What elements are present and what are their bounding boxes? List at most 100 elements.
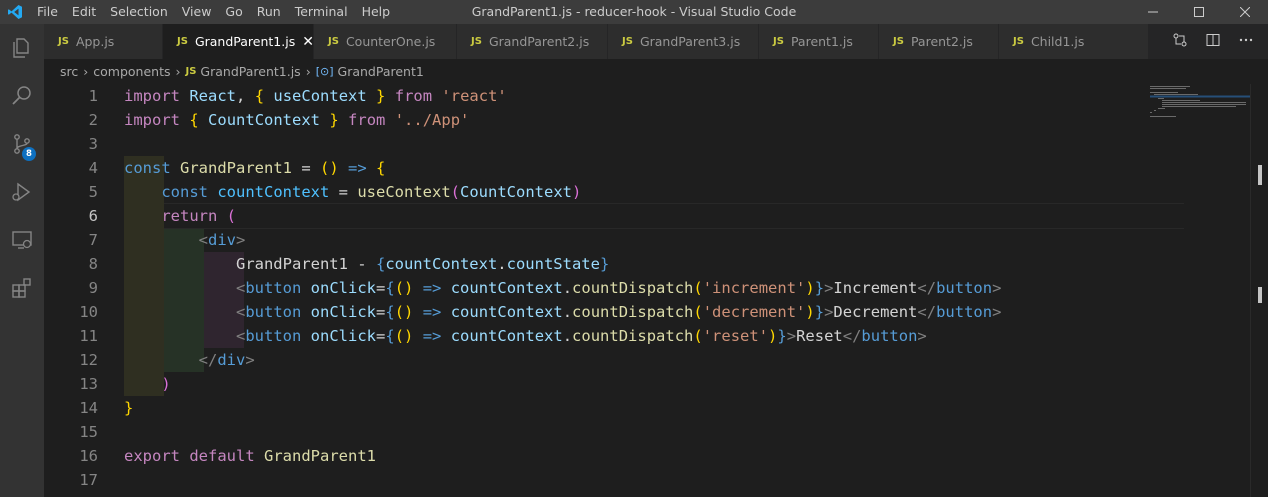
breadcrumb-symbol[interactable]: GrandParent1 xyxy=(338,64,424,79)
menu-view[interactable]: View xyxy=(175,0,219,24)
tab-label: Parent2.js xyxy=(910,34,973,49)
tab-counterone-js[interactable]: JS CounterOne.js xyxy=(314,24,457,59)
tab-child1-js[interactable]: JS Child1.js xyxy=(999,24,1149,59)
js-file-icon: JS xyxy=(185,66,197,77)
chevron-right-icon: › xyxy=(175,64,181,79)
menu-terminal[interactable]: Terminal xyxy=(288,0,355,24)
line-number: 15 xyxy=(79,423,98,441)
menu-bar: File Edit Selection View Go Run Terminal… xyxy=(30,0,397,24)
line-number: 2 xyxy=(88,111,98,129)
activity-bar: 8 xyxy=(0,24,44,497)
code-line-11: <button onClick={() => countContext.coun… xyxy=(235,327,927,345)
code-line-6: return ( xyxy=(161,207,237,225)
chevron-right-icon: › xyxy=(305,64,311,79)
line-number: 16 xyxy=(79,447,98,465)
menu-help[interactable]: Help xyxy=(355,0,398,24)
breadcrumb: src › components › JS GrandParent1.js › … xyxy=(44,59,1268,84)
code-editor[interactable]: 1 2 3 4 5 6 7 8 9 10 11 12 13 14 15 16 17 import React, … xyxy=(44,84,1268,497)
menu-file[interactable]: File xyxy=(30,0,65,24)
scrollbar-marker xyxy=(1258,287,1262,303)
breadcrumb-file[interactable]: GrandParent1.js xyxy=(200,64,300,79)
js-file-icon: JS xyxy=(328,36,339,47)
maximize-button[interactable] xyxy=(1176,0,1222,24)
code-line-16: export default GrandParent1 xyxy=(124,447,376,465)
scm-badge: 8 xyxy=(22,147,36,161)
code-line-9: <button onClick={() => countContext.coun… xyxy=(235,279,1002,297)
js-file-icon: JS xyxy=(58,36,69,47)
line-number: 5 xyxy=(88,183,98,201)
tab-parent1-js[interactable]: JS Parent1.js xyxy=(759,24,879,59)
minimap[interactable] xyxy=(1150,84,1250,124)
explorer-icon[interactable] xyxy=(0,24,44,72)
tab-label: GrandParent3.js xyxy=(639,34,741,49)
line-number: 6 xyxy=(88,207,98,225)
chevron-right-icon: › xyxy=(83,64,89,79)
line-number: 13 xyxy=(79,375,98,393)
code-line-12: </div> xyxy=(198,351,255,369)
vscode-logo-icon[interactable] xyxy=(0,0,30,24)
line-number: 12 xyxy=(79,351,98,369)
title-bar: File Edit Selection View Go Run Terminal… xyxy=(0,0,1268,24)
split-editor-icon[interactable] xyxy=(1205,32,1221,52)
tab-label: GrandParent1.js xyxy=(194,34,296,49)
js-file-icon: JS xyxy=(471,36,482,47)
tab-label: Parent1.js xyxy=(790,34,853,49)
line-number: 9 xyxy=(88,279,98,297)
js-file-icon: JS xyxy=(622,36,633,47)
js-file-icon: JS xyxy=(1013,36,1024,47)
line-number-gutter: 1 2 3 4 5 6 7 8 9 10 11 12 13 14 15 16 17 xyxy=(44,84,98,492)
source-control-icon[interactable]: 8 xyxy=(0,120,44,168)
symbol-variable-icon: [⊙] xyxy=(315,65,334,78)
code-content: import React, { useContext } from 'react… xyxy=(124,84,1001,492)
tab-grandparent2-js[interactable]: JS GrandParent2.js xyxy=(457,24,608,59)
tab-label: Child1.js xyxy=(1030,34,1085,49)
open-changes-icon[interactable] xyxy=(1172,32,1188,52)
line-number: 8 xyxy=(88,255,98,273)
remote-explorer-icon[interactable] xyxy=(0,216,44,264)
editor-actions xyxy=(1158,24,1268,59)
tab-grandparent1-js[interactable]: JS GrandParent1.js ✕ xyxy=(163,24,314,59)
line-number: 1 xyxy=(88,87,98,105)
close-tab-icon[interactable]: ✕ xyxy=(302,34,314,50)
breadcrumb-folder-components[interactable]: components xyxy=(93,64,170,79)
code-line-13: ) xyxy=(161,375,171,393)
close-window-button[interactable] xyxy=(1222,0,1268,24)
line-number: 3 xyxy=(88,135,98,153)
line-number: 10 xyxy=(79,303,98,321)
extensions-icon[interactable] xyxy=(0,264,44,312)
more-actions-icon[interactable] xyxy=(1238,32,1254,52)
code-line-4: const GrandParent1 = () => { xyxy=(124,159,386,177)
scrollbar-marker xyxy=(1258,165,1262,185)
line-number: 17 xyxy=(79,471,98,489)
tab-grandparent3-js[interactable]: JS GrandParent3.js xyxy=(608,24,759,59)
code-line-2: import { CountContext } from '../App' xyxy=(124,111,470,129)
run-debug-icon[interactable] xyxy=(0,168,44,216)
line-number: 4 xyxy=(88,159,98,177)
code-line-5: const countContext = useContext(CountCon… xyxy=(161,183,582,201)
code-line-1: import React, { useContext } from 'react… xyxy=(124,87,507,105)
menu-run[interactable]: Run xyxy=(250,0,288,24)
code-line-14: } xyxy=(124,399,134,417)
menu-selection[interactable]: Selection xyxy=(103,0,175,24)
minimize-button[interactable] xyxy=(1130,0,1176,24)
editor-tabs: JS App.js JS GrandParent1.js ✕ JS CounterOne… xyxy=(44,24,1268,59)
line-number: 7 xyxy=(88,231,98,249)
code-line-7: <div> xyxy=(198,231,246,249)
menu-go[interactable]: Go xyxy=(218,0,249,24)
tab-label: CounterOne.js xyxy=(345,34,436,49)
code-line-10: <button onClick={() => countContext.coun… xyxy=(235,303,1002,321)
js-file-icon: JS xyxy=(893,36,904,47)
menu-edit[interactable]: Edit xyxy=(65,0,103,24)
search-icon[interactable] xyxy=(0,72,44,120)
line-number: 11 xyxy=(79,327,98,345)
js-file-icon: JS xyxy=(177,36,188,47)
tab-app-js[interactable]: JS App.js xyxy=(44,24,163,59)
tab-label: GrandParent2.js xyxy=(488,34,590,49)
tab-parent2-js[interactable]: JS Parent2.js xyxy=(879,24,999,59)
breadcrumb-folder-src[interactable]: src xyxy=(60,64,78,79)
window-controls xyxy=(1130,0,1268,24)
code-line-8: GrandParent1 - {countContext.countState} xyxy=(235,255,610,273)
